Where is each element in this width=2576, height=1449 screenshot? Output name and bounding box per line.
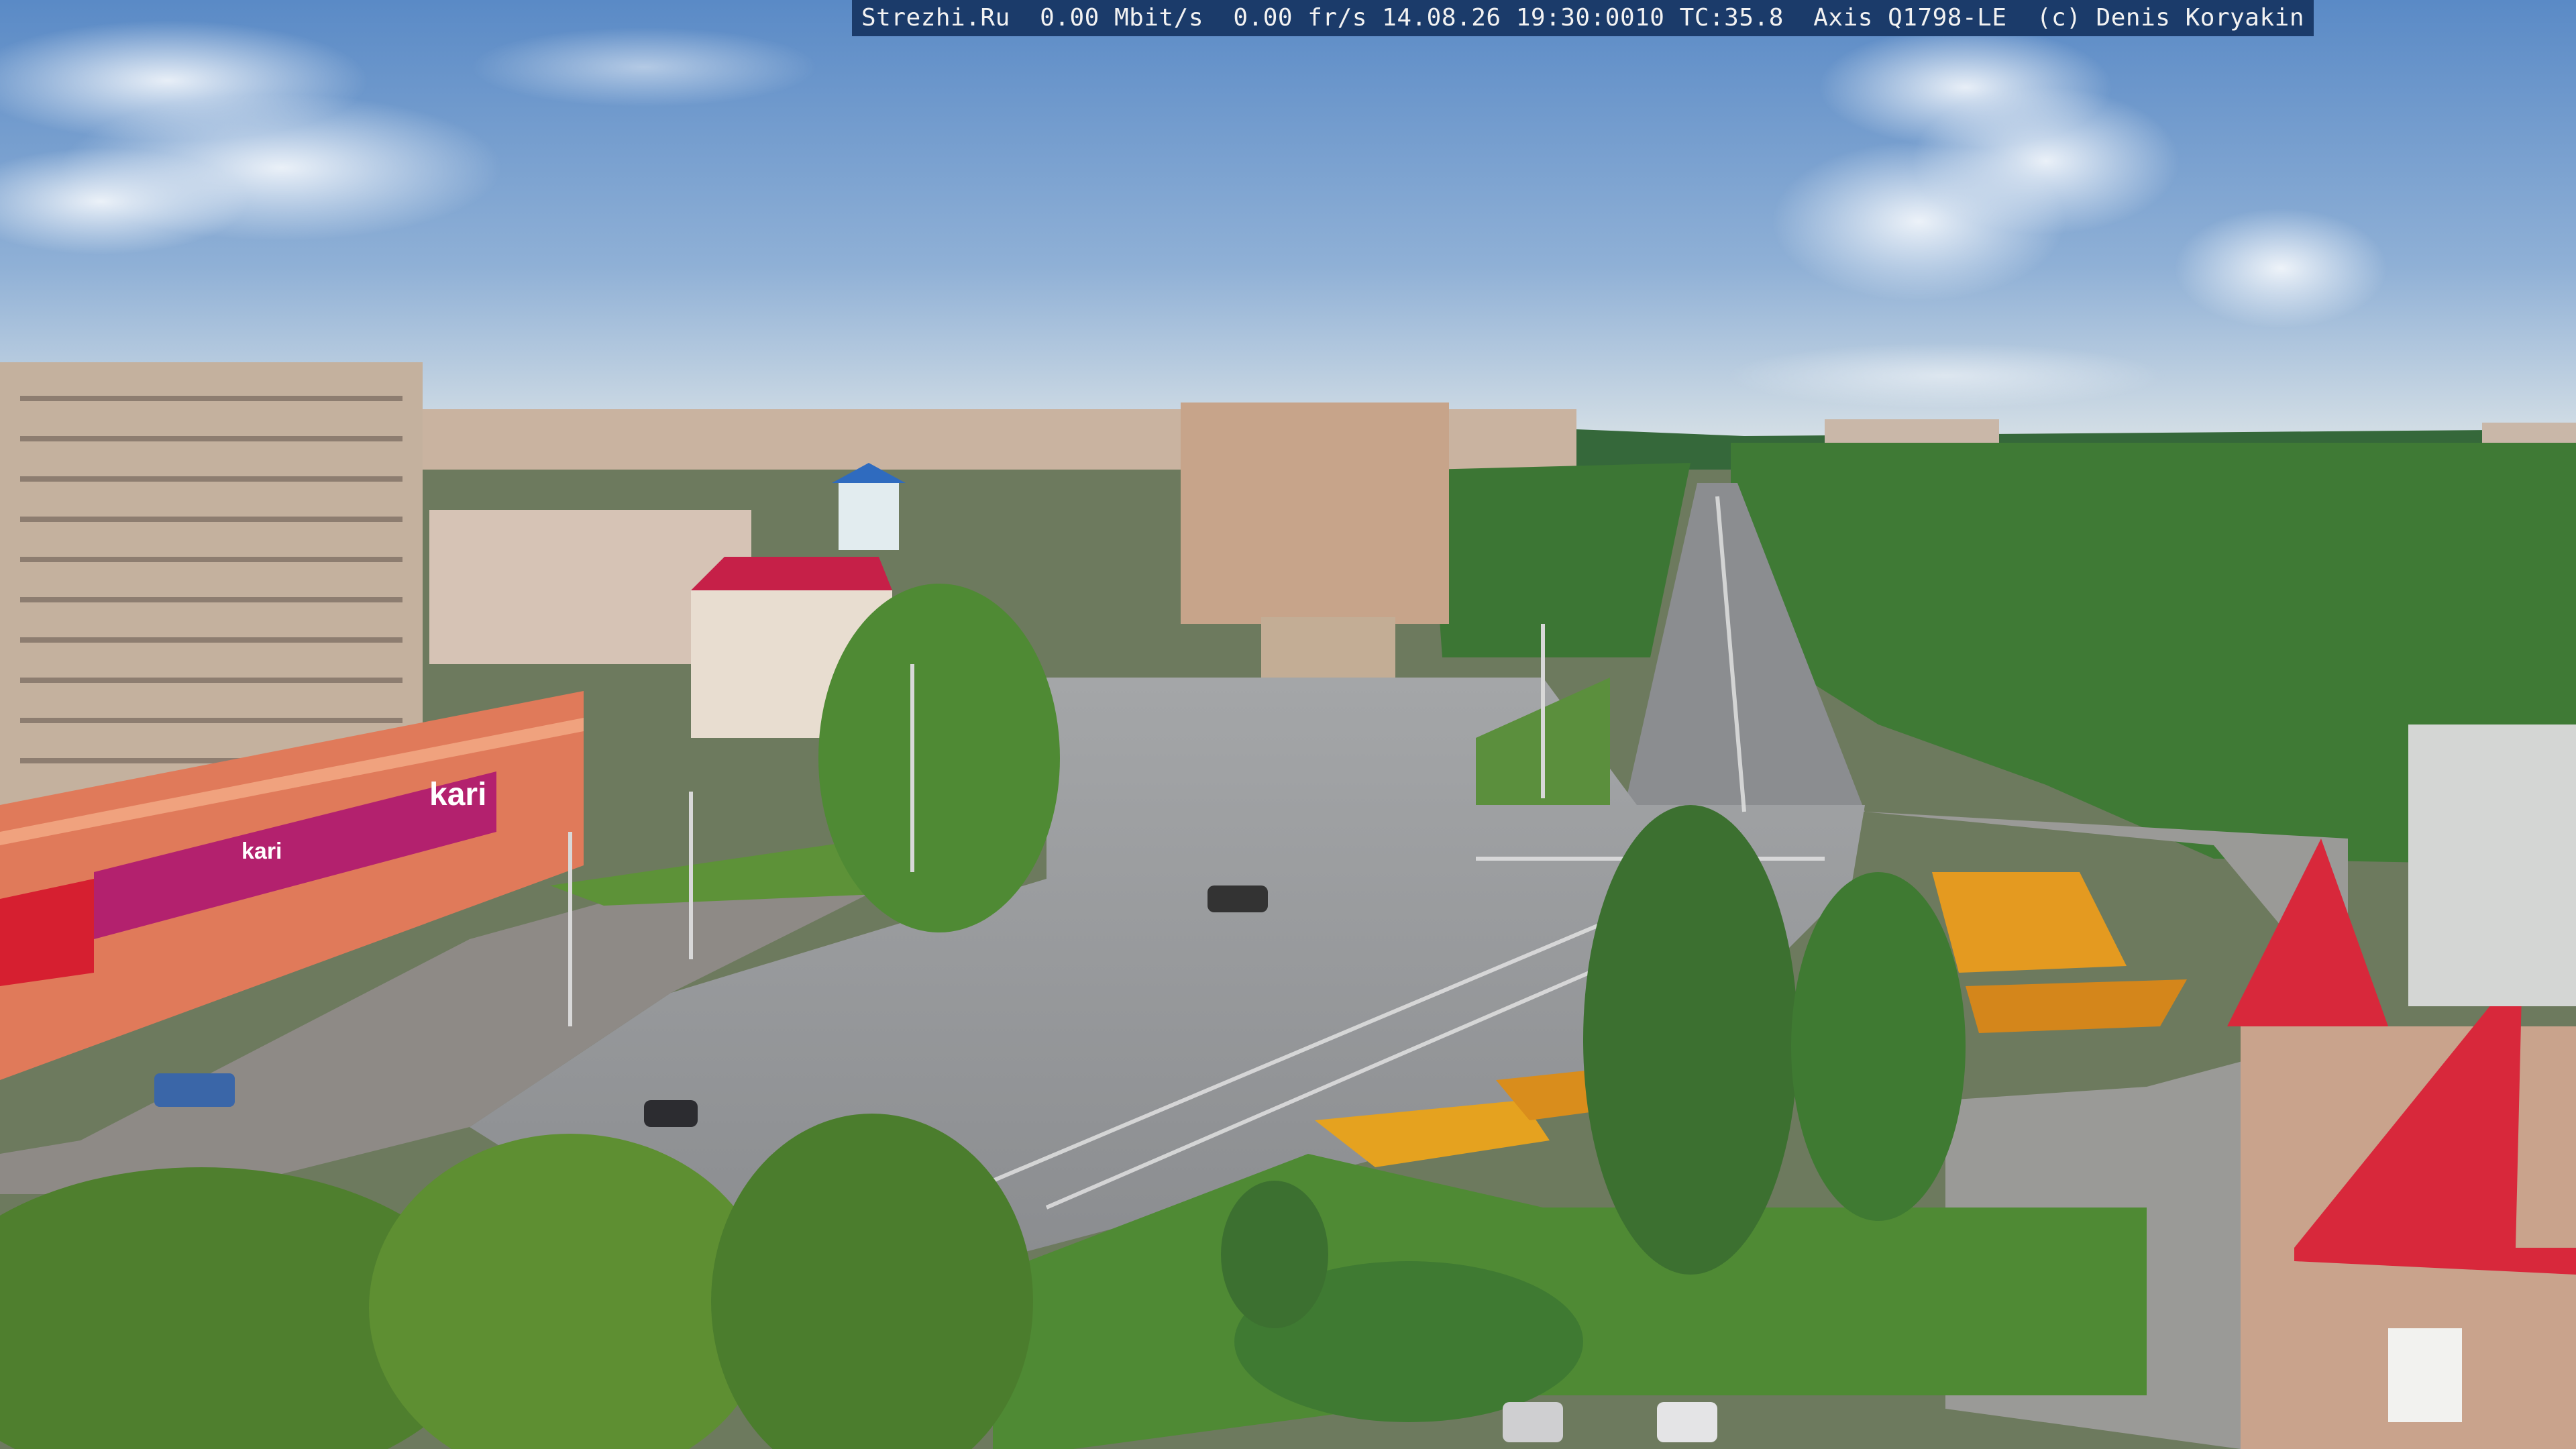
camera-osd-banner: Strezhi.Ru 0.00 Mbit/s 0.00 fr/s 14.08.2… [852, 0, 2314, 36]
osd-bitrate: 0.00 Mbit/s [1040, 4, 1204, 32]
blue-tower [839, 483, 899, 550]
webcam-scene: kari kari [0, 0, 2576, 1449]
osd-framerate: 0.00 fr/s [1233, 4, 1367, 32]
osd-camera-model: Axis Q1798-LE [1813, 4, 2007, 32]
small-building [1261, 617, 1395, 678]
osd-site: Strezhi.Ru [861, 4, 1010, 32]
store-sign-small: kari [241, 839, 282, 864]
tall-building-center [1181, 402, 1449, 624]
osd-temperature: TC:35.8 [1679, 4, 1784, 32]
osd-credit: (c) Denis Koryakin [2036, 4, 2304, 32]
center-forest [1429, 463, 1690, 657]
flower-bed [1966, 979, 2187, 1033]
store-sign: kari [429, 777, 486, 812]
osd-datetime: 14.08.26 19:30:0010 [1382, 4, 1665, 32]
